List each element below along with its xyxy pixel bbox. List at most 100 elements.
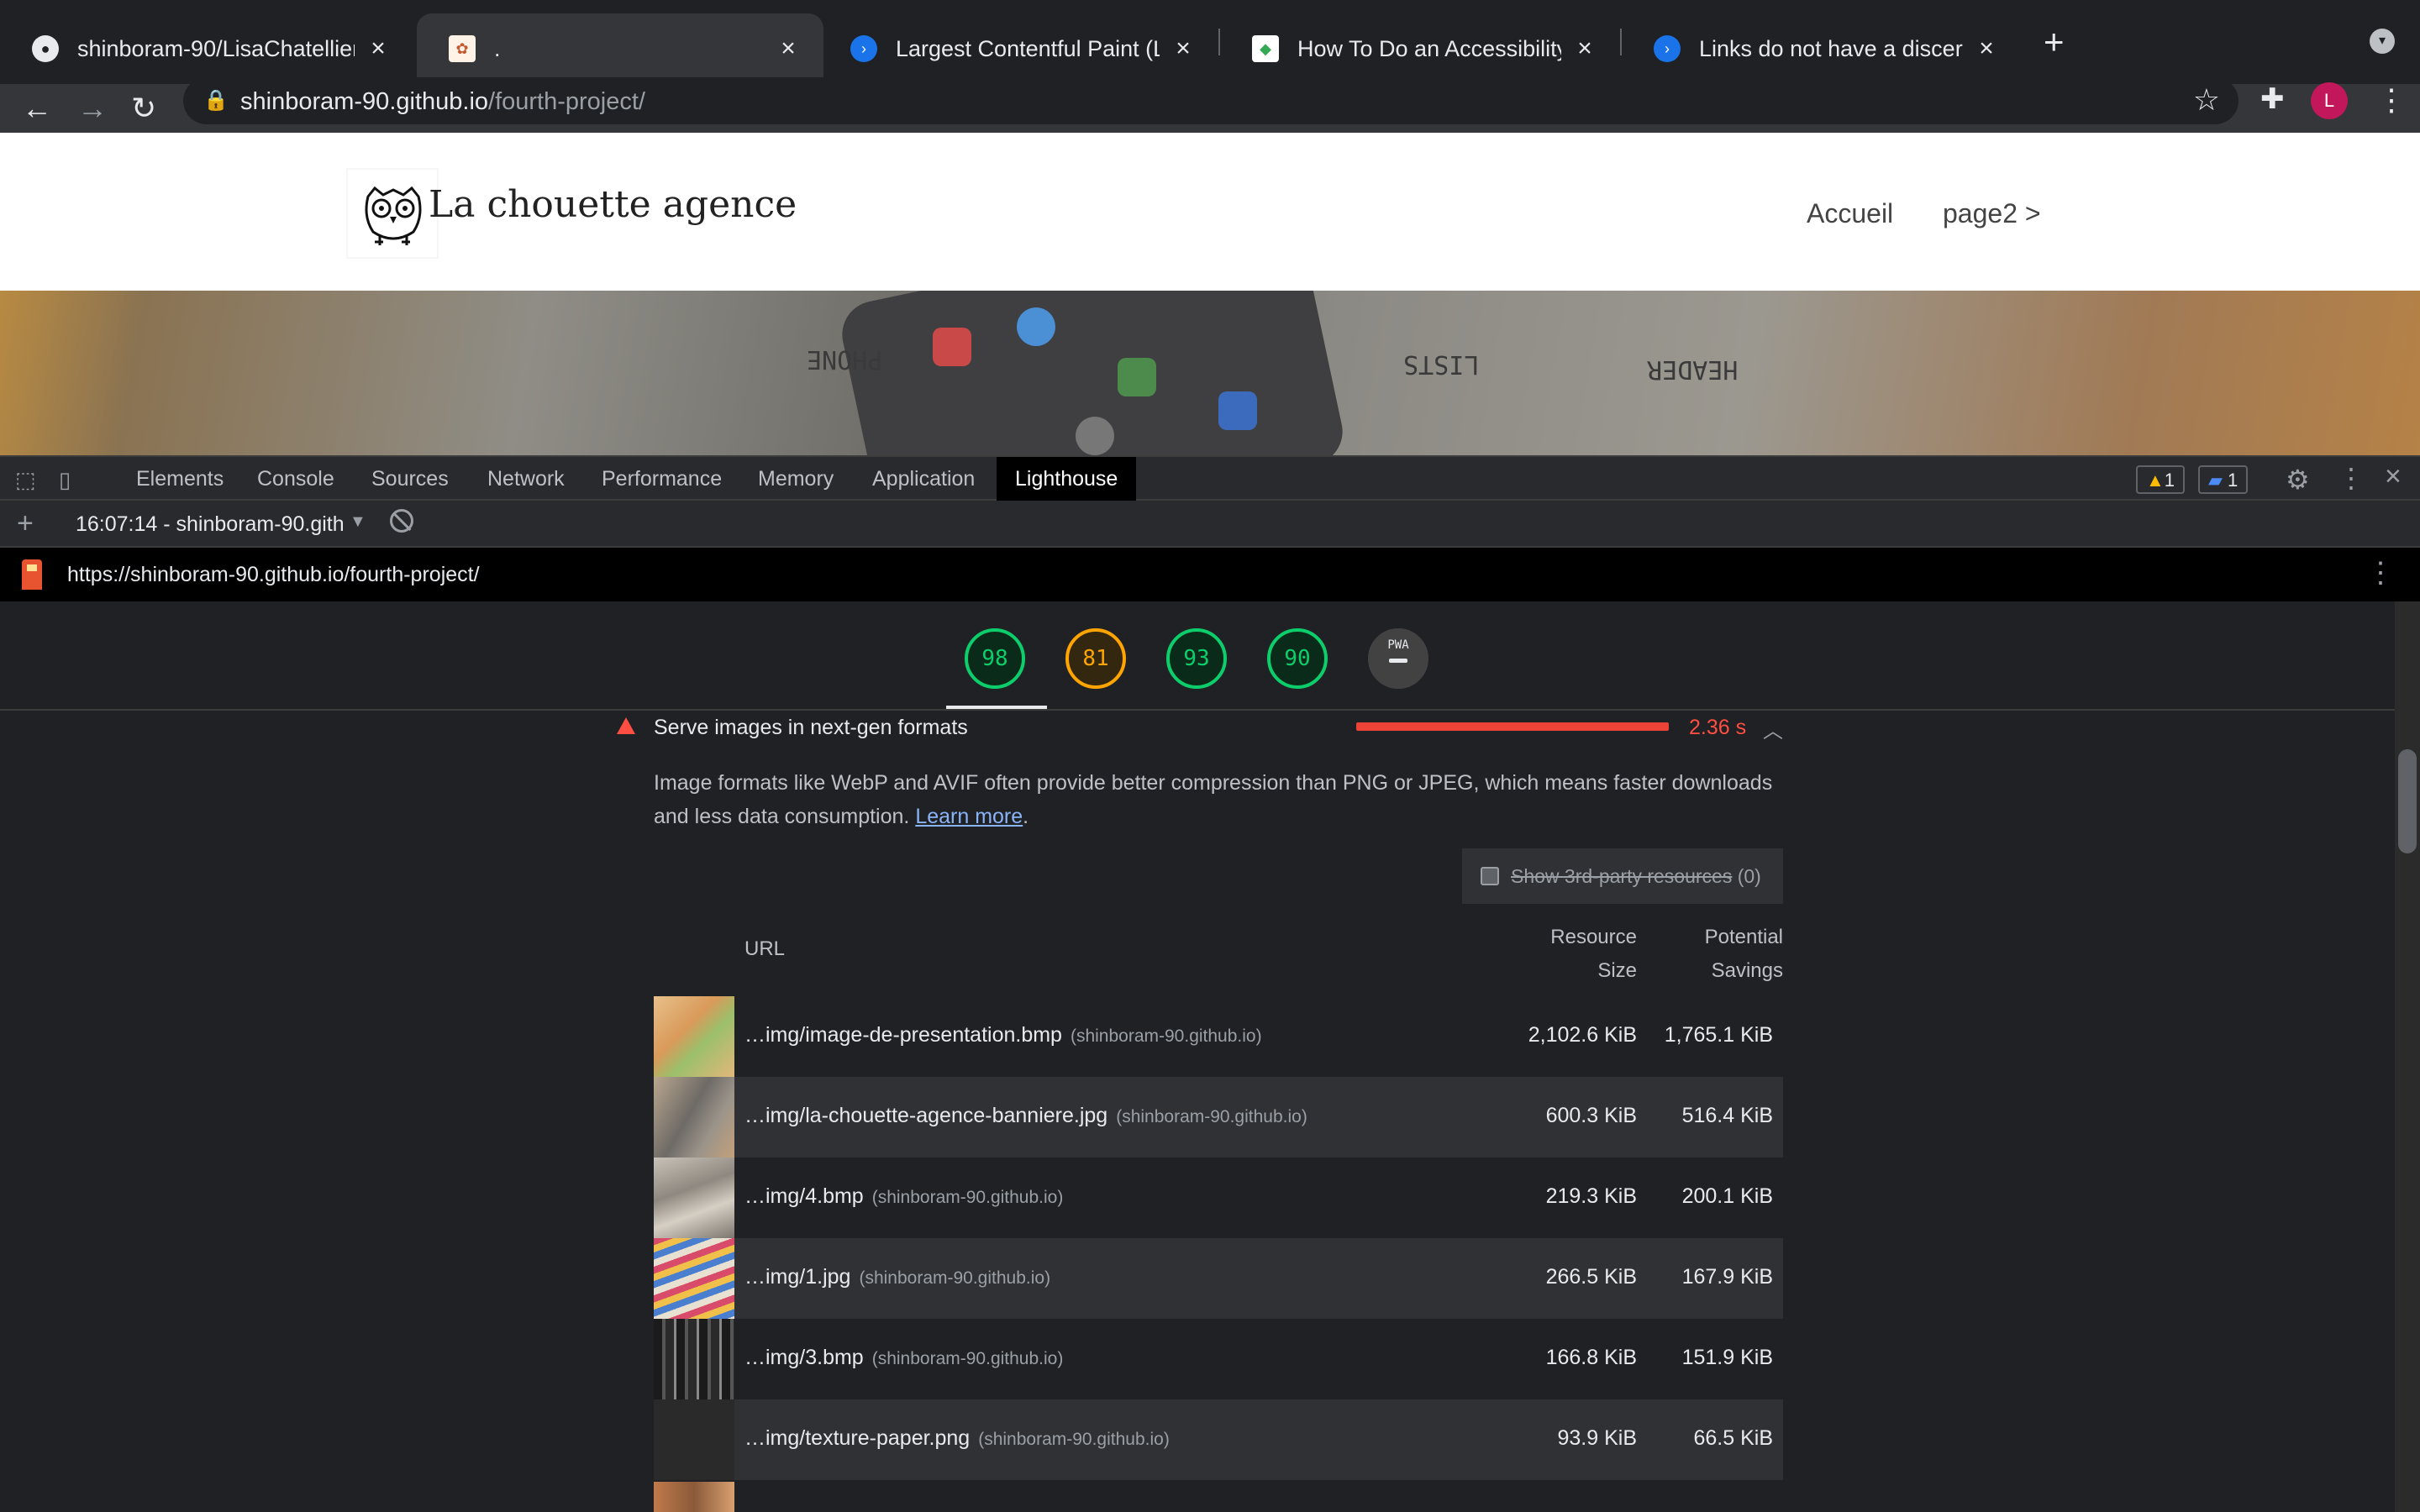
message-icon: ▰ [2208,470,2223,491]
potential-savings: 167.9 KiB [1681,1265,1773,1289]
message-count-badge[interactable]: ▰ 1 [2198,465,2249,494]
browser-tab-strip: ● shinboram-90/LisaChatellier_4 × ✿ . × … [0,0,2420,84]
close-devtools-icon[interactable]: × [2385,460,2402,493]
audit-header[interactable]: Serve images in next-gen formats 2.36 s … [613,712,1790,749]
browser-tab-github[interactable]: ● shinboram-90/LisaChatellier_4 × [0,13,413,84]
nav-link-page2[interactable]: page2 > [1943,198,2041,229]
score-gauge-accessibility[interactable]: 81 [1065,628,1126,689]
tab-search-icon[interactable]: ▾ [2370,29,2395,54]
score-gauges: 98 81 93 90 PWA [0,601,2395,711]
hero-banner-image: PHONE LISTS HEADER [0,291,2420,455]
close-icon[interactable]: × [776,34,800,63]
table-row: …img/texture-paper.png (shinboram-90.gith… [654,1399,1783,1480]
potential-savings: 66.5 KiB [1693,1426,1773,1450]
table-row: …img/3.bmp (shinboram-90.github.io) 166.8… [654,1319,1783,1399]
address-bar[interactable]: 🔒 shinboram-90.github.io/fourth-project/… [183,77,2238,124]
resource-url[interactable]: …img/1.jpg (shinboram-90.github.io) [744,1265,1050,1289]
close-icon[interactable]: × [1171,34,1195,63]
potential-savings: 516.4 KiB [1681,1104,1773,1127]
resource-url[interactable]: …img/image-de-presentation.bmp (shinboram… [744,1023,1262,1047]
new-report-icon[interactable]: + [17,507,34,540]
new-tab-icon[interactable]: + [2044,22,2065,62]
lock-icon: 🔒 [203,89,229,112]
devtools-tab-elements[interactable]: Elements [118,457,242,501]
warning-count-badge[interactable]: ▲1 [2136,465,2186,494]
chevron-up-icon[interactable]: ︿ [1763,714,1783,743]
score-gauge-pwa[interactable]: PWA [1368,628,1428,689]
browser-tab-accessibility[interactable]: ◆ How To Do an Accessibility Rev × [1220,13,1620,84]
clear-reports-icon[interactable] [390,509,413,533]
fail-triangle-icon [617,717,635,734]
profile-avatar[interactable]: L [2311,82,2348,119]
reload-icon[interactable]: ↻ [131,84,156,133]
third-party-label: Show 3rd-party resources (0) [1511,865,1761,887]
table-row-partial [654,1482,1783,1512]
pwa-dash-icon [1389,659,1407,663]
column-header-url: URL [744,937,786,960]
resource-size: 166.8 KiB [1545,1346,1637,1369]
devtools-tab-application[interactable]: Application [854,457,993,501]
resource-url[interactable]: …img/3.bmp (shinboram-90.github.io) [744,1346,1063,1370]
resource-thumbnail [654,996,734,1077]
audit-savings: 2.36 s [1689,716,1747,739]
report-scrollbar[interactable] [2395,601,2420,1512]
device-toolbar-icon[interactable]: ▯ [59,467,71,493]
settings-gear-icon[interactable]: ⚙ [2286,464,2310,496]
pwa-label: PWA [1387,638,1409,652]
score-gauge-seo[interactable]: 90 [1267,628,1328,689]
report-selector[interactable]: 16:07:14 - shinboram-90.githu [76,512,343,537]
table-row: …img/la-chouette-agence-banniere.jpg (shi… [654,1077,1783,1158]
learn-more-link[interactable]: Learn more [915,805,1023,828]
browser-tab-links[interactable]: › Links do not have a discernible × [1622,13,2022,84]
report-url[interactable]: https://shinboram-90.github.io/fourth-pr… [67,563,480,587]
table-row: …img/4.bmp (shinboram-90.github.io) 219.3… [654,1158,1783,1238]
nav-link-accueil[interactable]: Accueil [1807,198,1893,229]
resource-url[interactable]: …img/4.bmp (shinboram-90.github.io) [744,1184,1063,1209]
devtools-menu-icon[interactable]: ⋮ [2338,462,2365,494]
devtools-tab-console[interactable]: Console [239,457,353,501]
column-header-resource-size: Resource Size [1550,926,1637,982]
bookmark-star-icon[interactable]: ☆ [2193,82,2220,118]
extensions-puzzle-icon[interactable]: ✚ [2260,82,2285,116]
resource-thumbnail [654,1238,734,1319]
devtools-tab-network[interactable]: Network [469,457,583,501]
close-icon[interactable]: × [366,34,390,63]
audit-title: Serve images in next-gen formats [654,716,968,739]
third-party-checkbox[interactable] [1481,867,1499,885]
active-gauge-indicator [946,706,1047,709]
chevron-down-icon[interactable]: ▼ [350,512,366,532]
devtools-tab-sources[interactable]: Sources [353,457,467,501]
site-brand-name[interactable]: La chouette agence [429,183,797,226]
app-icon [1076,417,1114,455]
app-icon [1218,391,1257,430]
app-icon [1118,358,1156,396]
inspect-element-icon[interactable]: ⬚ [15,467,36,493]
resource-url[interactable]: …img/texture-paper.png (shinboram-90.gith… [744,1426,1170,1451]
close-icon[interactable]: × [1573,34,1597,63]
resource-url[interactable]: …img/la-chouette-agence-banniere.jpg (shi… [744,1104,1307,1128]
owl-logo-icon[interactable] [346,168,439,259]
savings-bar [1356,722,1669,731]
devtools-tab-lighthouse[interactable]: Lighthouse [997,457,1137,501]
devtools-tab-performance[interactable]: Performance [583,457,740,501]
close-icon[interactable]: × [1975,34,1998,63]
site-header: La chouette agence Accueil page2 > [0,133,2420,291]
back-arrow-icon[interactable]: ← [22,84,52,133]
browser-tab-lcp[interactable]: › Largest Contentful Paint (LCP) × [818,13,1218,84]
resource-thumbnail [654,1319,734,1399]
report-menu-icon[interactable]: ⋮ [2366,556,2395,590]
scrollbar-thumb[interactable] [2398,749,2417,853]
score-gauge-best-practices[interactable]: 93 [1166,628,1227,689]
third-party-filter[interactable]: Show 3rd-party resources (0) [1462,848,1783,904]
browser-tab-active[interactable]: ✿ . × [417,13,823,84]
owl-favicon-icon: ✿ [449,35,476,62]
score-gauge-performance[interactable]: 98 [965,628,1025,689]
resource-size: 2,102.6 KiB [1528,1023,1637,1047]
google-developers-icon: ◆ [1252,35,1279,62]
devtools-tab-memory[interactable]: Memory [739,457,852,501]
potential-savings: 151.9 KiB [1681,1346,1773,1369]
forward-arrow-icon[interactable]: → [77,84,108,133]
lighthouse-report-header: https://shinboram-90.github.io/fourth-pr… [0,548,2420,601]
browser-menu-icon[interactable]: ⋮ [2376,82,2407,118]
lighthouse-logo-icon [22,559,42,590]
